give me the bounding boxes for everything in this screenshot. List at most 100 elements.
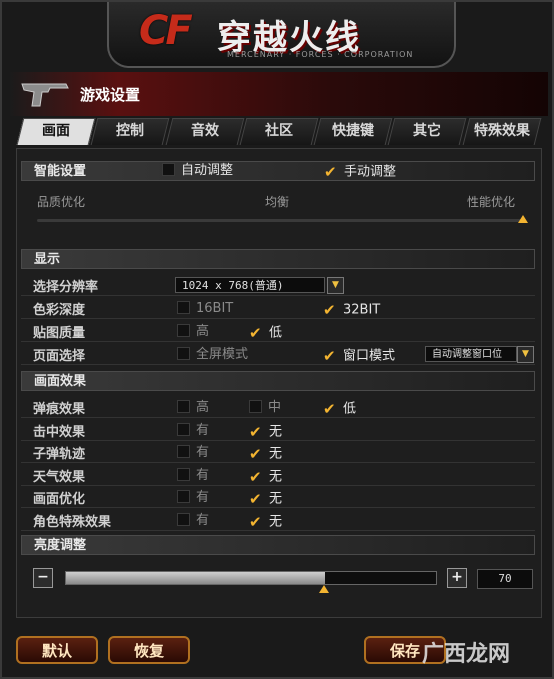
graphics-panel: 智能设置 自动调整 ✔ 手动调整 品质优化 均衡 性能优化 显示 选择分辨率 10… [16,148,542,618]
manual-adjust-label: 手动调整 [344,164,397,180]
tab-label: 音效 [190,123,219,139]
effect-option[interactable]: 有 [177,513,209,529]
effect-option-label: 有 [196,422,210,438]
settings-window: CF 穿越火线 MERCENARY · FORCES · CORPORATION… [0,0,554,679]
effect-option-label: 有 [196,445,210,461]
tab-sound[interactable]: 音效 [165,118,245,145]
default-button[interactable]: 默认 [16,636,98,664]
window-position-select[interactable]: 自动调整窗口位 [425,346,517,362]
checkbox[interactable] [177,422,190,436]
effect-option-label: 无 [269,491,283,507]
effect-option[interactable]: 中 [249,400,281,416]
effect-option-label: 有 [196,467,210,483]
tab-label: 社区 [264,123,293,139]
restore-button[interactable]: 恢复 [108,636,190,664]
texture-high-option[interactable]: 高 [177,324,209,340]
smart-settings-label: 智能设置 [34,164,87,179]
check-icon[interactable]: ✔ [323,400,337,418]
check-icon[interactable]: ✔ [249,324,263,342]
quality-slider-handle[interactable] [518,215,528,223]
display-section-header: 显示 [21,249,535,269]
effect-option-label: 无 [269,446,283,462]
texture-quality-label: 贴图质量 [33,326,86,341]
color-depth-row: 色彩深度 16BIT ✔ 32BIT [21,298,535,319]
effect-option[interactable]: ✔ 无 [249,423,282,441]
check-icon[interactable]: ✔ [323,347,337,365]
texture-low-option[interactable]: ✔ 低 [249,324,282,342]
check-icon[interactable]: ✔ [249,513,263,531]
check-icon[interactable]: ✔ [249,468,263,486]
logo-subtitle: MERCENARY · FORCES · CORPORATION [227,50,414,59]
watermark: 广西龙网 [422,642,511,667]
color-32bit-option[interactable]: ✔ 32BIT [323,301,381,319]
effect-option[interactable]: 有 [177,422,210,439]
effect-option[interactable]: ✔ 无 [249,490,283,508]
quality-slider-track[interactable] [37,219,523,222]
color-depth-label: 色彩深度 [33,303,86,318]
checkbox[interactable] [177,490,190,504]
check-icon[interactable]: ✔ [249,445,263,463]
effect-row: 天气效果有 ✔ 无 [21,465,535,486]
checkbox[interactable] [177,400,190,413]
fullscreen-option[interactable]: 全屏模式 [177,347,248,363]
windowed-option[interactable]: ✔ 窗口模式 [323,347,396,365]
effect-option[interactable]: 有 [177,490,209,506]
checkbox[interactable] [177,301,190,314]
color-16bit-option[interactable]: 16BIT [177,301,233,317]
brightness-increase-button[interactable]: + [447,568,467,588]
effects-section-header: 画面效果 [21,371,535,391]
check-icon[interactable]: ✔ [249,423,263,441]
chevron-down-icon[interactable]: ▼ [327,277,344,294]
settings-tabs: 画面 控制 音效 社区 快捷键 其它 特殊效果 [16,118,542,145]
resolution-select[interactable]: 1024 x 768(普通) [175,277,325,293]
effect-option[interactable]: ✔ 无 [249,468,282,486]
checkbox[interactable] [177,445,190,459]
effect-row: 子弹轨迹有 ✔ 无 [21,442,535,464]
check-icon[interactable]: ✔ [249,490,263,508]
effect-label: 击中效果 [33,424,86,440]
tab-label: 画面 [42,123,71,139]
chevron-down-icon[interactable]: ▼ [517,346,534,363]
brightness-slider[interactable] [65,571,437,585]
texture-high-label: 高 [196,324,210,339]
tab-graphics[interactable]: 画面 [16,118,96,145]
tab-label: 快捷键 [332,123,375,139]
effect-option[interactable]: 有 [177,467,210,484]
auto-adjust-checkbox[interactable] [162,163,175,176]
effect-option-label: 有 [196,513,210,528]
effect-option[interactable]: 有 [177,445,209,461]
logo-cf: CF [139,8,193,54]
checkbox[interactable] [177,324,190,337]
brightness-value: 70 [477,569,533,589]
effect-option-label: 低 [343,401,357,417]
tab-community[interactable]: 社区 [239,118,319,145]
effect-option[interactable]: ✔ 低 [323,400,357,418]
manual-adjust-option[interactable]: ✔ 手动调整 [324,163,397,181]
effect-row: 角色特殊效果有 ✔ 无 [21,510,535,531]
texture-quality-row: 贴图质量 高 ✔ 低 [21,321,535,342]
checkbox[interactable] [177,513,190,526]
effect-option[interactable]: 高 [177,400,209,416]
tab-other[interactable]: 其它 [388,118,468,145]
effect-label: 画面优化 [33,492,86,508]
check-icon[interactable]: ✔ [323,301,337,319]
brightness-decrease-button[interactable]: − [33,568,53,588]
windowed-label: 窗口模式 [343,348,396,364]
effect-option[interactable]: ✔ 无 [249,445,283,463]
tab-hotkeys[interactable]: 快捷键 [313,118,393,145]
effect-option-label: 有 [196,490,210,506]
check-icon[interactable]: ✔ [324,163,338,181]
brightness-slider-handle[interactable] [319,585,329,593]
auto-adjust-label: 自动调整 [181,163,234,178]
checkbox[interactable] [177,347,190,360]
tab-special-effects[interactable]: 特殊效果 [462,118,542,145]
effect-option-label: 无 [269,514,283,530]
color-32bit-label: 32BIT [343,302,381,318]
effect-option[interactable]: ✔ 无 [249,513,283,531]
performance-optimize-label: 性能优化 [467,195,516,209]
tab-controls[interactable]: 控制 [90,118,170,145]
window-title: 游戏设置 [80,86,141,104]
checkbox[interactable] [177,467,190,481]
checkbox[interactable] [249,400,262,413]
auto-adjust-option[interactable]: 自动调整 [162,163,233,179]
